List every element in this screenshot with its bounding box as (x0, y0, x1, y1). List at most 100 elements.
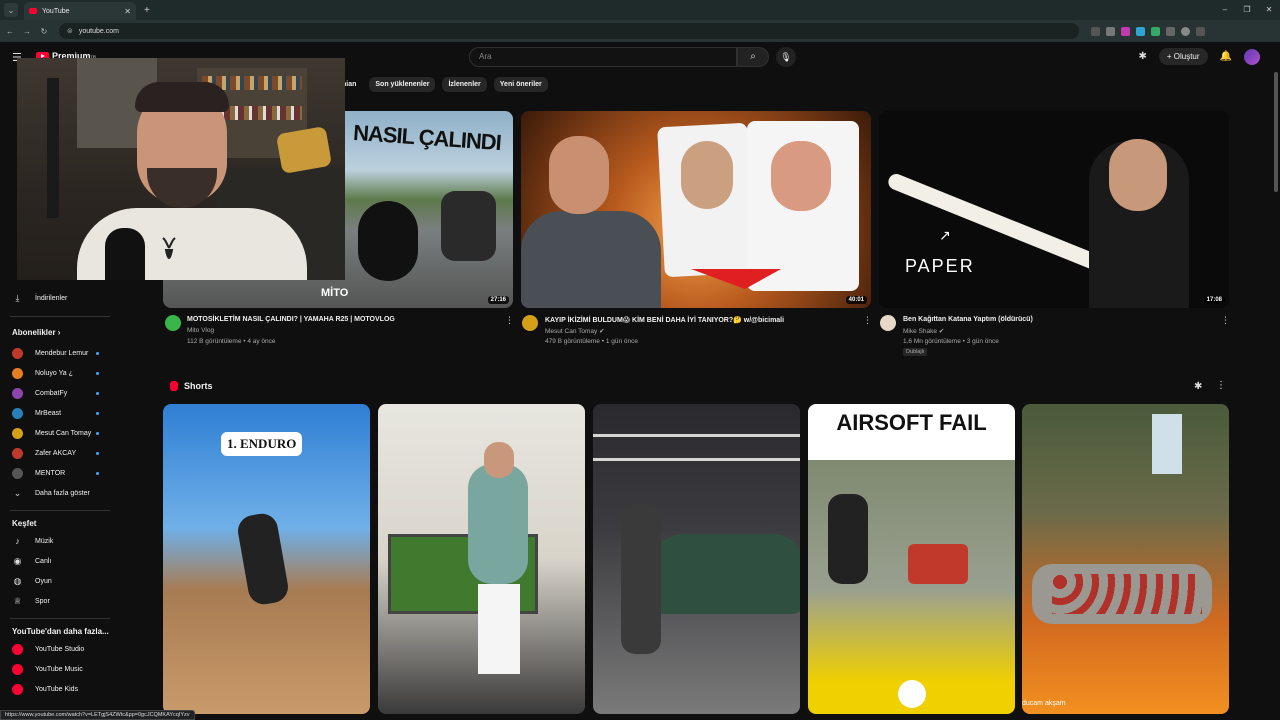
new-content-dot (96, 352, 99, 355)
shorts-heading: Shorts (170, 381, 213, 391)
face-shape (771, 141, 831, 211)
video-duration: 17:08 (1203, 296, 1225, 304)
short-overlay-text: AIRSOFT FAIL (836, 410, 987, 435)
channel-avatar[interactable] (880, 315, 896, 331)
reload-icon[interactable]: ↻ (37, 27, 51, 36)
new-tab-icon[interactable]: + (144, 5, 150, 16)
download-icon: ⤓ (15, 293, 20, 303)
sidebar-sub[interactable]: Zafer AKCAY (12, 448, 76, 459)
channel-avatar (12, 468, 23, 479)
create-button[interactable]: + Oluştur (1158, 48, 1208, 65)
new-content-dot (96, 432, 99, 435)
scrollbar[interactable] (1274, 72, 1278, 192)
explore-heading: Keşfet (12, 519, 37, 528)
sidebar-item-studio[interactable]: YouTube Studio (12, 644, 84, 655)
short-card[interactable]: ducam akşam (1022, 404, 1229, 714)
video-channel[interactable]: Mesut Can Tomay ✔ (545, 327, 605, 335)
sidebar-sub[interactable]: Mesut Can Tomay (12, 428, 91, 439)
browser-toolbar: ← → ↻ ⊜ youtube.com (0, 20, 1280, 42)
video-thumbnail[interactable]: 40:01 (521, 111, 871, 308)
sidebar-item-gaming[interactable]: ◍ Oyun (12, 576, 52, 587)
notifications-bell-icon[interactable]: 🔔 (1220, 51, 1232, 62)
lamp-shape (47, 78, 59, 218)
browser-tab[interactable]: YouTube ✕ (24, 2, 136, 20)
microphone-icon[interactable]: 🎙 (776, 47, 796, 67)
search-input[interactable]: Ara (469, 47, 737, 67)
person-hair-shape (135, 82, 229, 112)
subscriptions-heading[interactable]: Abonelikler › (12, 328, 60, 337)
forward-icon[interactable]: → (20, 27, 34, 36)
sidebar-sub[interactable]: Mendebur Lemur (12, 348, 88, 359)
filter-chips: nian Son yüklenenler İzlenenler Yeni öne… (340, 77, 548, 92)
tab-close-icon[interactable]: ✕ (124, 7, 131, 16)
person-beard-shape (147, 168, 217, 208)
youtube-kids-icon (12, 684, 23, 695)
channel-avatar[interactable] (522, 315, 538, 331)
short-card[interactable]: AIRSOFT FAIL (808, 404, 1015, 714)
live-icon: ◉ (13, 556, 22, 566)
microphone-shape (105, 228, 145, 280)
video-title[interactable]: MOTOSİKLETİM NASIL ÇALINDI? | YAMAHA R25… (187, 316, 395, 323)
profile-icon[interactable] (1181, 26, 1190, 36)
short-card[interactable] (378, 404, 585, 714)
sidebar-sub[interactable]: CombatFy (12, 388, 67, 399)
sidebar-item-music-app[interactable]: YouTube Music (12, 664, 83, 675)
sausage-slices-shape (1052, 574, 1202, 614)
back-icon[interactable]: ← (3, 27, 17, 36)
sidebar-item-sports[interactable]: ♕ Spor (12, 596, 49, 607)
deer-logo-icon (162, 237, 176, 259)
sidebar-sub[interactable]: MrBeast (12, 408, 61, 419)
sidebar-item-label: YouTube Kids (35, 686, 79, 693)
more-options-icon[interactable]: ⋮ (863, 315, 872, 326)
show-more-button[interactable]: ⌄ Daha fazla göster (12, 488, 90, 499)
menu-dots-icon[interactable] (1196, 26, 1205, 36)
extension-icon[interactable] (1151, 26, 1160, 36)
sidebar-sub[interactable]: MENTOR (12, 468, 65, 479)
sidebar-item-music[interactable]: ♪ Müzik (12, 536, 53, 547)
chip[interactable]: Son yüklenenler (369, 77, 436, 92)
close-window-icon[interactable]: ✕ (1258, 0, 1280, 20)
site-info-icon[interactable]: ⊜ (67, 27, 73, 35)
search-icon[interactable]: ⌕ (737, 47, 769, 67)
pillow-shape (275, 125, 333, 175)
more-options-icon[interactable]: ⋮ (1221, 315, 1230, 326)
video-title[interactable]: KAYIP İKİZİMİ BULDUM😱 KİM BENİ DAHA İYİ … (545, 316, 784, 324)
cast-icon[interactable] (1091, 26, 1100, 36)
short-overlay-text: ducam akşam (1022, 700, 1066, 707)
sidebar-sub[interactable]: Noluyo Ya ¿ (12, 368, 73, 379)
new-content-dot (96, 472, 99, 475)
extension-icon[interactable] (1121, 26, 1130, 36)
short-overlay-text: 1. ENDURO (221, 432, 303, 456)
video-title[interactable]: Ben Kağıttan Katana Yaptım (öldürücü) (903, 316, 1033, 323)
address-bar[interactable]: ⊜ youtube.com (59, 23, 1079, 39)
divider (10, 316, 110, 317)
sidebar-item-downloads[interactable]: ⤓ İndirilenler (12, 293, 68, 304)
customize-icon[interactable]: ✱ (1194, 381, 1202, 392)
video-meta: 1,6 Mn görüntüleme • 3 gün önce (903, 338, 999, 345)
short-card[interactable]: 1. ENDURO (163, 404, 370, 714)
chip[interactable]: İzlenenler (442, 77, 487, 92)
shorts-heading-text: Shorts (184, 381, 213, 391)
shorts-more-options-icon[interactable]: ⋮ (1216, 380, 1226, 391)
channel-avatar[interactable] (165, 315, 181, 331)
maximize-icon[interactable]: ❐ (1236, 0, 1258, 20)
tab-search-icon[interactable]: ⌄ (4, 3, 18, 17)
video-thumbnail[interactable]: PAPER ↗ 17:08 (879, 111, 1229, 308)
video-channel[interactable]: Mito Vlog (187, 327, 214, 334)
minimize-icon[interactable]: – (1214, 0, 1236, 20)
tab-title: YouTube (42, 7, 70, 15)
account-avatar[interactable] (1244, 48, 1260, 65)
short-card[interactable] (593, 404, 800, 714)
sidebar-item-kids[interactable]: YouTube Kids (12, 684, 78, 695)
video-channel[interactable]: Mike Shake ✔ (903, 327, 944, 335)
cast-sparkle-icon[interactable]: ✱ (1138, 51, 1146, 62)
more-from-youtube-heading: YouTube'dan daha fazla... (12, 627, 109, 636)
bookmark-star-icon[interactable] (1106, 26, 1115, 36)
glove-shape (441, 191, 496, 261)
puzzle-icon[interactable] (1166, 26, 1175, 36)
more-options-icon[interactable]: ⋮ (505, 315, 514, 326)
extension-icon[interactable] (1136, 26, 1145, 36)
chip[interactable]: Yeni öneriler (493, 77, 548, 92)
sidebar-item-live[interactable]: ◉ Canlı (12, 556, 52, 567)
sidebar-sub-label: Zafer AKCAY (35, 450, 77, 457)
